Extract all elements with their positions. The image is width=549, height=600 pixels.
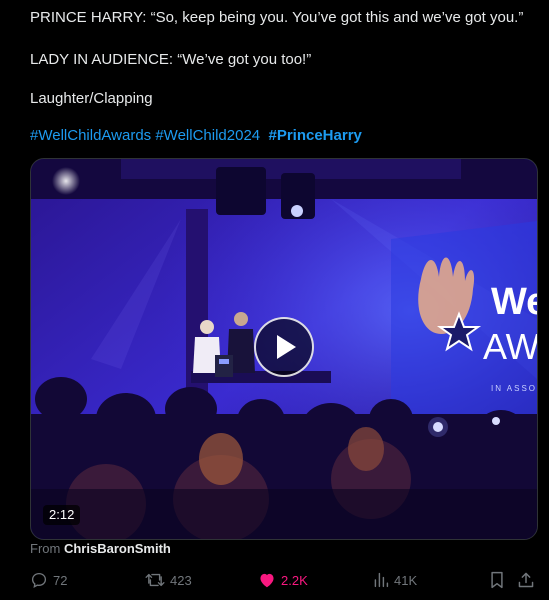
stage-sign-text-1: We	[491, 281, 537, 323]
source-author-link[interactable]: ChrisBaronSmith	[64, 541, 171, 556]
play-button[interactable]	[254, 317, 314, 377]
reply-count: 72	[53, 572, 68, 588]
stage-sign-text-2: AW	[483, 326, 537, 367]
play-icon	[277, 335, 296, 359]
repost-count: 423	[170, 572, 192, 588]
repost-icon	[145, 573, 165, 587]
source-prefix: From	[30, 541, 61, 556]
like-button[interactable]: 2.2K	[258, 568, 308, 592]
like-icon	[260, 573, 274, 588]
tweet-text-line-3: Laughter/Clapping	[30, 90, 153, 107]
views-icon	[374, 572, 389, 588]
share-icon	[518, 572, 534, 588]
reply-icon	[31, 572, 47, 589]
tweet-text-line-1: PRINCE HARRY: “So, keep being you. You’v…	[30, 9, 524, 26]
repost-button[interactable]: 423	[145, 568, 192, 592]
video-duration-badge: 2:12	[43, 505, 81, 525]
views-button[interactable]: 41K	[373, 568, 417, 592]
hashtag-wellchild2024[interactable]: #WellChild2024	[155, 127, 260, 144]
video-source: From ChrisBaronSmith	[30, 541, 171, 557]
hashtag-princeharry[interactable]: #PrinceHarry	[268, 127, 361, 144]
hashtag-wellchildawards[interactable]: #WellChildAwards	[30, 127, 151, 144]
stage-sign-text-3: IN ASSO	[491, 384, 537, 393]
bookmark-button[interactable]	[489, 568, 505, 592]
share-button[interactable]	[517, 568, 535, 592]
views-count: 41K	[394, 572, 418, 588]
reply-button[interactable]: 72	[30, 568, 67, 592]
tweet-actions-bar: 72 423 2.2K 41K	[0, 568, 549, 592]
like-count: 2.2K	[281, 572, 308, 588]
tweet-text-line-2: LADY IN AUDIENCE: “We’ve got you too!”	[30, 51, 312, 68]
bookmark-icon	[491, 571, 503, 589]
hashtag-row: #WellChildAwards #WellChild2024 #PrinceH…	[30, 126, 362, 146]
video-player[interactable]: We AW IN ASSO	[30, 158, 538, 540]
